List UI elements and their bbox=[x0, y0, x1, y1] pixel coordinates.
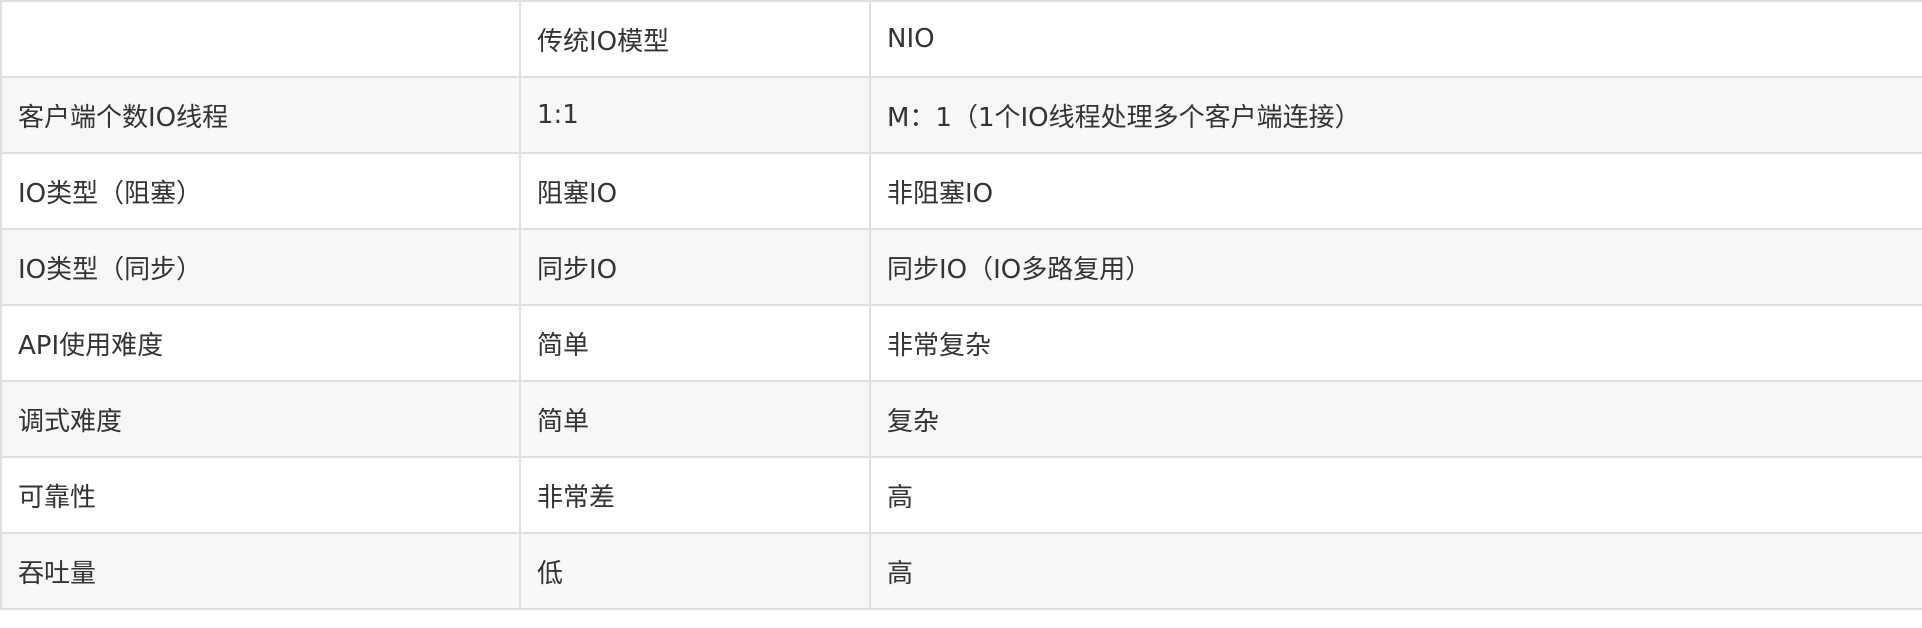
table-row: IO类型（阻塞） 阻塞IO 非阻塞IO bbox=[0, 152, 1922, 230]
table-body: 客户端个数IO线程 1:1 M：1（1个IO线程处理多个客户端连接） IO类型（… bbox=[0, 76, 1922, 610]
header-row: 传统IO模型 NIO bbox=[0, 0, 1922, 78]
traditional-io-cell: 简单 bbox=[519, 304, 871, 382]
table-row: 吞吐量 低 高 bbox=[0, 532, 1922, 610]
header-cell-feature bbox=[0, 0, 521, 78]
nio-cell: 非阻塞IO bbox=[869, 152, 1922, 230]
row-label: 可靠性 bbox=[0, 456, 521, 534]
row-label: 吞吐量 bbox=[0, 532, 521, 610]
nio-cell: 同步IO（IO多路复用） bbox=[869, 228, 1922, 306]
nio-cell: 复杂 bbox=[869, 380, 1922, 458]
nio-cell: 非常复杂 bbox=[869, 304, 1922, 382]
traditional-io-cell: 低 bbox=[519, 532, 871, 610]
row-label: IO类型（阻塞） bbox=[0, 152, 521, 230]
nio-cell: 高 bbox=[869, 456, 1922, 534]
traditional-io-cell: 阻塞IO bbox=[519, 152, 871, 230]
table-header: 传统IO模型 NIO bbox=[0, 0, 1922, 78]
traditional-io-cell: 简单 bbox=[519, 380, 871, 458]
row-label: API使用难度 bbox=[0, 304, 521, 382]
header-cell-nio: NIO bbox=[869, 0, 1922, 78]
table-row: API使用难度 简单 非常复杂 bbox=[0, 304, 1922, 382]
row-label: IO类型（同步） bbox=[0, 228, 521, 306]
header-cell-traditional-io: 传统IO模型 bbox=[519, 0, 871, 78]
table-row: 可靠性 非常差 高 bbox=[0, 456, 1922, 534]
traditional-io-cell: 非常差 bbox=[519, 456, 871, 534]
row-label: 调式难度 bbox=[0, 380, 521, 458]
comparison-table: 传统IO模型 NIO 客户端个数IO线程 1:1 M：1（1个IO线程处理多个客… bbox=[0, 0, 1922, 610]
table-row: 客户端个数IO线程 1:1 M：1（1个IO线程处理多个客户端连接） bbox=[0, 76, 1922, 154]
nio-cell: 高 bbox=[869, 532, 1922, 610]
table-row: IO类型（同步） 同步IO 同步IO（IO多路复用） bbox=[0, 228, 1922, 306]
nio-cell: M：1（1个IO线程处理多个客户端连接） bbox=[869, 76, 1922, 154]
row-label: 客户端个数IO线程 bbox=[0, 76, 521, 154]
table-row: 调式难度 简单 复杂 bbox=[0, 380, 1922, 458]
traditional-io-cell: 1:1 bbox=[519, 76, 871, 154]
traditional-io-cell: 同步IO bbox=[519, 228, 871, 306]
